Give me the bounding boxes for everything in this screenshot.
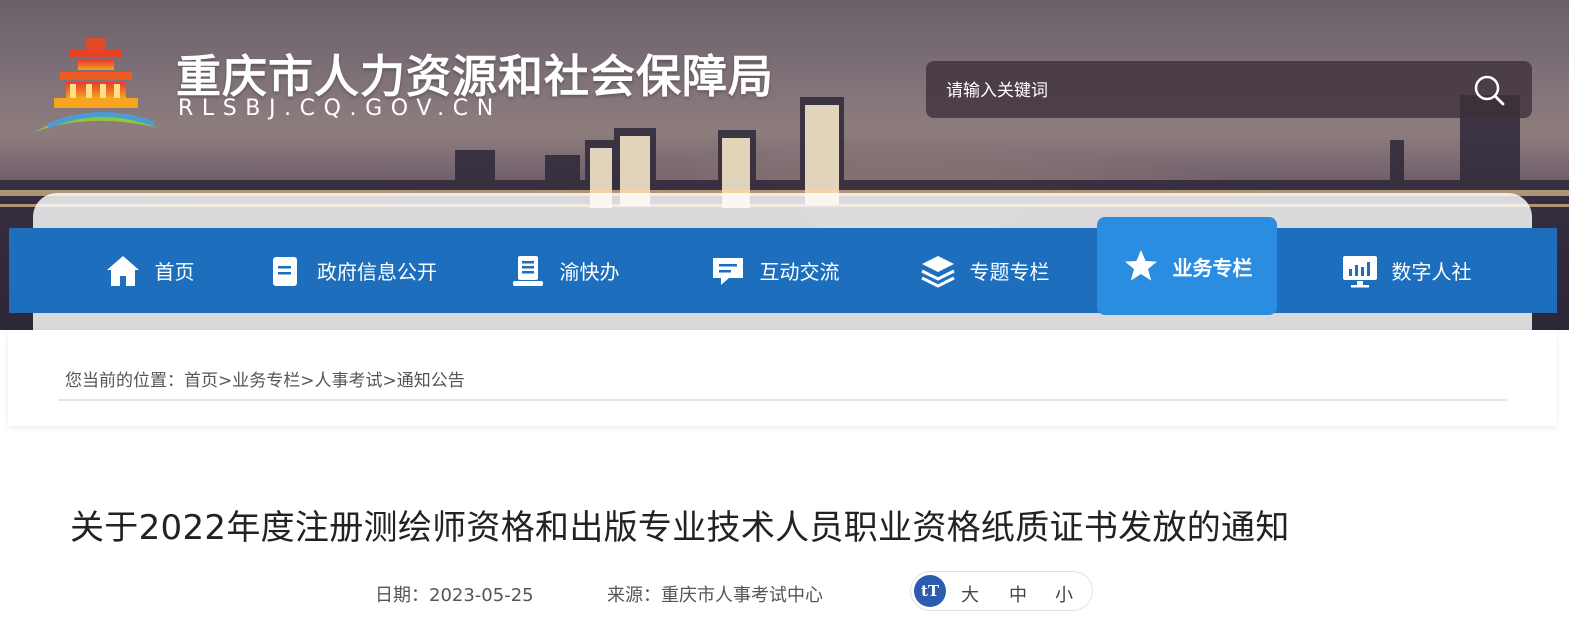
monitor-chart-icon	[1342, 255, 1377, 287]
nav-item-interaction[interactable]: 互动交流	[694, 228, 854, 313]
home-icon	[106, 255, 139, 286]
nav-item-label: 首页	[154, 260, 195, 284]
nav-item-yukuaiban[interactable]: 渝快办	[499, 228, 629, 313]
breadcrumb-separator: >	[382, 371, 397, 391]
date-value: 2023-05-25	[429, 585, 534, 606]
font-size-control: tT 大 中 小	[910, 571, 1093, 611]
source-value: 重庆市人事考试中心	[661, 585, 823, 606]
breadcrumb-link-notice[interactable]: 通知公告	[397, 371, 465, 391]
font-size-medium[interactable]: 中	[1009, 581, 1027, 607]
source-label: 来源：	[607, 585, 661, 606]
search-bar	[926, 61, 1532, 118]
nav-item-special-topics[interactable]: 专题专栏	[904, 228, 1064, 313]
document-icon	[273, 256, 297, 286]
nav-item-digital-hr[interactable]: 数字人社	[1321, 228, 1491, 313]
article-date: 日期：2023-05-25	[375, 581, 534, 607]
divider	[58, 399, 1507, 401]
nav-item-label: 渝快办	[559, 260, 620, 284]
breadcrumb-link-home[interactable]: 首页	[184, 371, 218, 391]
search-input[interactable]	[944, 78, 1428, 104]
breadcrumb-separator: >	[218, 371, 233, 391]
star-icon	[1124, 250, 1157, 281]
search-icon[interactable]	[1472, 73, 1506, 107]
font-size-small[interactable]: 小	[1055, 581, 1073, 607]
site-domain: RLSBJ.CQ.GOV.CN	[178, 96, 502, 121]
nav-item-gov-info[interactable]: 政府信息公开	[259, 228, 444, 313]
breadcrumb-panel: 您当前的位置：首页>业务专栏>人事考试>通知公告	[8, 330, 1557, 426]
chat-icon	[712, 257, 743, 285]
temple-roof-logo-icon	[34, 38, 158, 132]
breadcrumb-separator: >	[300, 371, 315, 391]
font-size-icon: tT	[914, 575, 946, 607]
date-label: 日期：	[375, 585, 429, 606]
nav-item-business[interactable]: 业务专栏	[1097, 217, 1277, 315]
nav-item-label: 互动交流	[759, 260, 840, 284]
breadcrumb-link-business[interactable]: 业务专栏	[232, 371, 300, 391]
breadcrumb-prefix: 您当前的位置：	[65, 371, 184, 391]
breadcrumb: 您当前的位置：首页>业务专栏>人事考试>通知公告	[65, 366, 465, 391]
main-nav: 首页 政府信息公开 渝快办 互动交流 专题专栏 业务专栏 数字人社	[9, 217, 1557, 315]
layers-icon	[920, 255, 955, 288]
nav-item-label: 政府信息公开	[317, 260, 437, 284]
nav-item-label: 业务专栏	[1172, 255, 1253, 280]
article-source: 来源：重庆市人事考试中心	[607, 581, 823, 607]
article-title: 关于2022年度注册测绘师资格和出版专业技术人员职业资格纸质证书发放的通知	[70, 508, 1290, 548]
nav-item-label: 数字人社	[1391, 260, 1472, 284]
font-size-large[interactable]: 大	[961, 581, 979, 607]
breadcrumb-link-exam[interactable]: 人事考试	[315, 371, 383, 391]
nav-item-home[interactable]: 首页	[89, 228, 209, 313]
book-icon	[512, 255, 543, 286]
nav-item-label: 专题专栏	[969, 260, 1050, 284]
